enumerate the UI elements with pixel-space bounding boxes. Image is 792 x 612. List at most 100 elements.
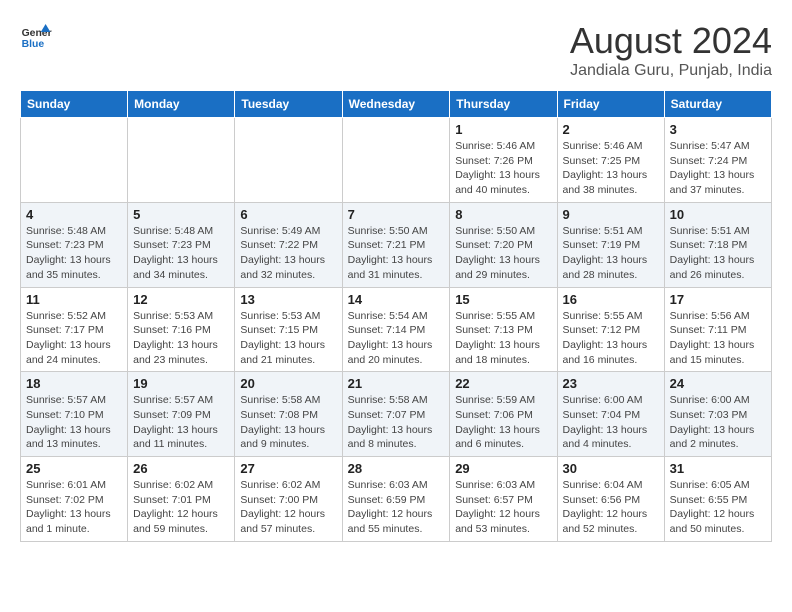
day-number: 16 <box>563 292 659 307</box>
calendar-week-4: 18 Sunrise: 5:57 AMSunset: 7:10 PMDayligh… <box>21 372 772 457</box>
logo-icon: General Blue <box>20 20 52 52</box>
calendar-cell: 4Sunrise: 5:48 AMSunset: 7:23 PMDaylight… <box>21 202 128 287</box>
day-number: 24 <box>670 376 766 391</box>
day-number: 12 <box>133 292 229 307</box>
calendar-cell: 1 Sunrise: 5:46 AMSunset: 7:26 PMDaylight… <box>450 118 557 203</box>
day-number: 14 <box>348 292 445 307</box>
calendar-cell: 9 Sunrise: 5:51 AMSunset: 7:19 PMDaylight… <box>557 202 664 287</box>
day-number: 6 <box>240 207 336 222</box>
svg-text:Blue: Blue <box>22 39 45 50</box>
day-number: 28 <box>348 461 445 476</box>
calendar-cell: 26 Sunrise: 6:02 AMSunset: 7:01 PMDayligh… <box>128 457 235 542</box>
calendar-cell: 23Sunrise: 6:00 AMSunset: 7:04 PMDayligh… <box>557 372 664 457</box>
calendar-cell: 2Sunrise: 5:46 AMSunset: 7:25 PMDaylight… <box>557 118 664 203</box>
day-detail: Sunrise: 5:48 AMSunset: 7:23 PMDaylight:… <box>26 224 122 283</box>
calendar-week-2: 4Sunrise: 5:48 AMSunset: 7:23 PMDaylight… <box>21 202 772 287</box>
day-detail: Sunrise: 5:46 AMSunset: 7:26 PMDaylight:… <box>455 139 551 198</box>
calendar-cell <box>21 118 128 203</box>
day-number: 20 <box>240 376 336 391</box>
calendar-cell: 30Sunrise: 6:04 AMSunset: 6:56 PMDayligh… <box>557 457 664 542</box>
weekday-header-wednesday: Wednesday <box>342 91 450 118</box>
day-number: 11 <box>26 292 122 307</box>
day-number: 22 <box>455 376 551 391</box>
day-number: 2 <box>563 122 659 137</box>
day-detail: Sunrise: 6:00 AMSunset: 7:03 PMDaylight:… <box>670 393 766 452</box>
day-detail: Sunrise: 5:50 AMSunset: 7:20 PMDaylight:… <box>455 224 551 283</box>
calendar-cell: 7 Sunrise: 5:50 AMSunset: 7:21 PMDaylight… <box>342 202 450 287</box>
calendar-cell: 20 Sunrise: 5:58 AMSunset: 7:08 PMDayligh… <box>235 372 342 457</box>
main-title: August 2024 <box>570 20 772 62</box>
day-detail: Sunrise: 6:00 AMSunset: 7:04 PMDaylight:… <box>563 393 659 452</box>
day-detail: Sunrise: 5:49 AMSunset: 7:22 PMDaylight:… <box>240 224 336 283</box>
day-number: 15 <box>455 292 551 307</box>
weekday-header-friday: Friday <box>557 91 664 118</box>
calendar-cell: 25 Sunrise: 6:01 AMSunset: 7:02 PMDayligh… <box>21 457 128 542</box>
calendar-week-5: 25 Sunrise: 6:01 AMSunset: 7:02 PMDayligh… <box>21 457 772 542</box>
day-number: 10 <box>670 207 766 222</box>
calendar-cell: 29Sunrise: 6:03 AMSunset: 6:57 PMDayligh… <box>450 457 557 542</box>
day-detail: Sunrise: 5:57 AMSunset: 7:10 PMDaylight:… <box>26 393 122 452</box>
day-detail: Sunrise: 5:55 AMSunset: 7:12 PMDaylight:… <box>563 309 659 368</box>
weekday-header-sunday: Sunday <box>21 91 128 118</box>
day-number: 26 <box>133 461 229 476</box>
day-detail: Sunrise: 5:58 AMSunset: 7:08 PMDaylight:… <box>240 393 336 452</box>
calendar-cell: 21Sunrise: 5:58 AMSunset: 7:07 PMDayligh… <box>342 372 450 457</box>
day-number: 31 <box>670 461 766 476</box>
weekday-header-row: SundayMondayTuesdayWednesdayThursdayFrid… <box>21 91 772 118</box>
day-detail: Sunrise: 5:57 AMSunset: 7:09 PMDaylight:… <box>133 393 229 452</box>
day-number: 8 <box>455 207 551 222</box>
day-detail: Sunrise: 5:55 AMSunset: 7:13 PMDaylight:… <box>455 309 551 368</box>
day-detail: Sunrise: 5:52 AMSunset: 7:17 PMDaylight:… <box>26 309 122 368</box>
subtitle: Jandiala Guru, Punjab, India <box>570 62 772 80</box>
calendar-week-1: 1 Sunrise: 5:46 AMSunset: 7:26 PMDaylight… <box>21 118 772 203</box>
day-detail: Sunrise: 5:47 AMSunset: 7:24 PMDaylight:… <box>670 139 766 198</box>
day-number: 30 <box>563 461 659 476</box>
day-detail: Sunrise: 6:03 AMSunset: 6:59 PMDaylight:… <box>348 478 445 537</box>
weekday-header-saturday: Saturday <box>664 91 771 118</box>
day-number: 3 <box>670 122 766 137</box>
calendar-cell: 11 Sunrise: 5:52 AMSunset: 7:17 PMDayligh… <box>21 287 128 372</box>
calendar-cell: 15 Sunrise: 5:55 AMSunset: 7:13 PMDayligh… <box>450 287 557 372</box>
day-detail: Sunrise: 5:48 AMSunset: 7:23 PMDaylight:… <box>133 224 229 283</box>
day-detail: Sunrise: 5:54 AMSunset: 7:14 PMDaylight:… <box>348 309 445 368</box>
calendar-cell: 8 Sunrise: 5:50 AMSunset: 7:20 PMDaylight… <box>450 202 557 287</box>
day-detail: Sunrise: 6:01 AMSunset: 7:02 PMDaylight:… <box>26 478 122 537</box>
day-detail: Sunrise: 6:02 AMSunset: 7:00 PMDaylight:… <box>240 478 336 537</box>
calendar-week-3: 11 Sunrise: 5:52 AMSunset: 7:17 PMDayligh… <box>21 287 772 372</box>
calendar-cell: 12 Sunrise: 5:53 AMSunset: 7:16 PMDayligh… <box>128 287 235 372</box>
calendar-cell: 17Sunrise: 5:56 AMSunset: 7:11 PMDayligh… <box>664 287 771 372</box>
day-detail: Sunrise: 5:59 AMSunset: 7:06 PMDaylight:… <box>455 393 551 452</box>
day-number: 1 <box>455 122 551 137</box>
day-detail: Sunrise: 5:51 AMSunset: 7:19 PMDaylight:… <box>563 224 659 283</box>
weekday-header-tuesday: Tuesday <box>235 91 342 118</box>
calendar-cell: 3 Sunrise: 5:47 AMSunset: 7:24 PMDaylight… <box>664 118 771 203</box>
calendar-cell <box>342 118 450 203</box>
day-number: 21 <box>348 376 445 391</box>
calendar-cell: 10 Sunrise: 5:51 AMSunset: 7:18 PMDayligh… <box>664 202 771 287</box>
day-detail: Sunrise: 5:50 AMSunset: 7:21 PMDaylight:… <box>348 224 445 283</box>
day-detail: Sunrise: 5:53 AMSunset: 7:16 PMDaylight:… <box>133 309 229 368</box>
day-number: 17 <box>670 292 766 307</box>
calendar-cell: 13 Sunrise: 5:53 AMSunset: 7:15 PMDayligh… <box>235 287 342 372</box>
title-block: August 2024 Jandiala Guru, Punjab, India <box>570 20 772 80</box>
calendar-cell <box>128 118 235 203</box>
day-detail: Sunrise: 6:03 AMSunset: 6:57 PMDaylight:… <box>455 478 551 537</box>
calendar-cell: 16 Sunrise: 5:55 AMSunset: 7:12 PMDayligh… <box>557 287 664 372</box>
calendar-cell: 14 Sunrise: 5:54 AMSunset: 7:14 PMDayligh… <box>342 287 450 372</box>
day-number: 13 <box>240 292 336 307</box>
day-detail: Sunrise: 6:02 AMSunset: 7:01 PMDaylight:… <box>133 478 229 537</box>
weekday-header-monday: Monday <box>128 91 235 118</box>
day-detail: Sunrise: 5:53 AMSunset: 7:15 PMDaylight:… <box>240 309 336 368</box>
day-number: 7 <box>348 207 445 222</box>
day-number: 18 <box>26 376 122 391</box>
day-detail: Sunrise: 5:51 AMSunset: 7:18 PMDaylight:… <box>670 224 766 283</box>
calendar-cell: 27Sunrise: 6:02 AMSunset: 7:00 PMDayligh… <box>235 457 342 542</box>
day-number: 9 <box>563 207 659 222</box>
page-header: General Blue August 2024 Jandiala Guru, … <box>20 20 772 80</box>
calendar-cell: 24 Sunrise: 6:00 AMSunset: 7:03 PMDayligh… <box>664 372 771 457</box>
calendar-table: SundayMondayTuesdayWednesdayThursdayFrid… <box>20 90 772 542</box>
calendar-cell <box>235 118 342 203</box>
day-number: 25 <box>26 461 122 476</box>
calendar-cell: 22 Sunrise: 5:59 AMSunset: 7:06 PMDayligh… <box>450 372 557 457</box>
calendar-cell: 6 Sunrise: 5:49 AMSunset: 7:22 PMDaylight… <box>235 202 342 287</box>
